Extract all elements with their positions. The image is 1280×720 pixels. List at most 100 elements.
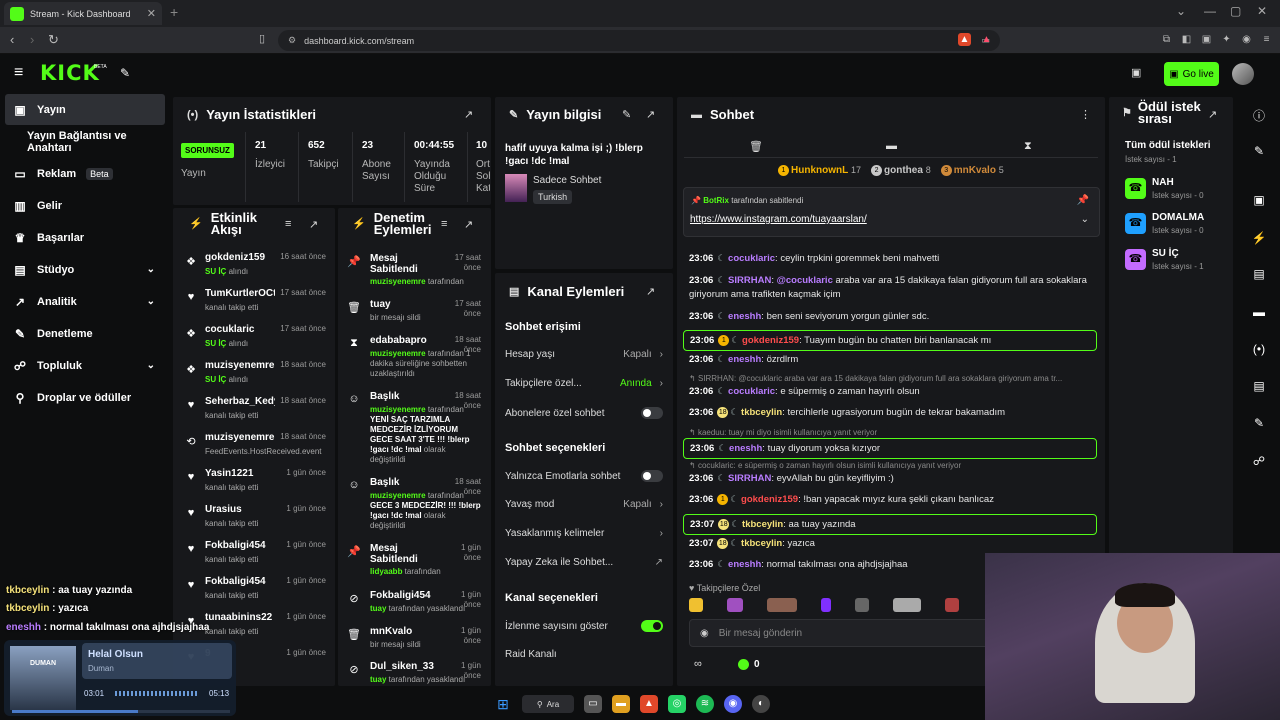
obs-icon[interactable]: ◐ <box>752 695 770 713</box>
brave-rewards-icon[interactable]: ▲ <box>980 33 993 46</box>
filter-icon[interactable]: ≡ <box>285 218 291 230</box>
chevron-down-icon[interactable]: ⌄ <box>1081 214 1089 225</box>
emote-icon[interactable] <box>821 598 831 612</box>
mention[interactable]: @cocuklaric <box>777 275 833 286</box>
chat-message[interactable]: 23:06 ☾ SIRRHAN: @cocuklaric araba var ar… <box>683 273 1097 302</box>
sidebar-item-stream-key[interactable]: Yayın Bağlantısı ve Anahtarı <box>5 126 165 157</box>
activity-item[interactable]: ♥ TumKurtlerOCtur 17 saat önce kanalı ta… <box>184 288 326 324</box>
slow-mode-setting[interactable]: Yavaş mod Kapalı › <box>505 499 663 510</box>
chat-message[interactable]: 23:06 1 ☾ gokdeniz159: Tuayım bugün bu cha… <box>683 330 1097 351</box>
hourglass-icon[interactable]: ⧗ <box>1024 140 1032 153</box>
leaderboard-entry[interactable]: 1 HunknownL 17 <box>778 165 861 176</box>
chat-message[interactable]: 23:06 ☾ eneshh: tuay diyorum yoksa kızıyo… <box>683 438 1097 459</box>
filter-icon[interactable]: ≡ <box>441 218 447 230</box>
wallet-icon[interactable]: ▣ <box>1200 33 1213 46</box>
chat-input[interactable]: ◉ Bir mesaj gönderin <box>689 619 989 647</box>
raid-channel-setting[interactable]: Raid Kanalı <box>505 649 663 660</box>
edit-icon[interactable]: ✎ <box>622 108 631 121</box>
emote-icon[interactable] <box>893 598 921 612</box>
activity-item[interactable]: ♥ Seherbaz_Kedy 18 saat önce kanalı taki… <box>184 396 326 432</box>
chat-message[interactable]: 23:06 ☾ cocuklaric: e süpermiş o zaman ha… <box>683 384 1097 399</box>
terminal-icon[interactable]: ▤ <box>1250 379 1268 393</box>
brave-browser-icon[interactable]: ▲ <box>640 695 658 713</box>
maximize-icon[interactable]: ▢ <box>1230 4 1241 18</box>
lightning-icon[interactable]: ⚡ <box>1250 231 1268 245</box>
sidebar-toggle-icon[interactable]: ◧ <box>1180 33 1193 46</box>
popout-icon[interactable]: ↗ <box>464 108 473 121</box>
hamburger-menu-icon[interactable]: ≡ <box>14 64 23 82</box>
emote-icon[interactable] <box>855 598 869 612</box>
infinity-icon[interactable]: ∞ <box>694 658 702 670</box>
activity-item[interactable]: ⟲ muzisyenemre 18 saat önce FeedEvents.H… <box>184 432 326 468</box>
chat-message[interactable]: 23:07 18 ☾ tkbceylin: aa tuay yazında <box>683 514 1097 535</box>
more-options-icon[interactable]: ⋮ <box>1080 108 1091 121</box>
popout-icon[interactable]: ↗ <box>309 218 318 231</box>
taskbar-search[interactable]: ⚲ Ara <box>522 695 574 713</box>
discord-icon[interactable]: ◉ <box>724 695 742 713</box>
chat-message[interactable]: 23:06 18 ☾ tkbceylin: tercihlerle ugrasiyo… <box>683 405 1097 420</box>
new-tab-icon[interactable]: + <box>170 4 178 20</box>
category-name[interactable]: Sadece Sohbet <box>533 175 601 186</box>
close-tab-icon[interactable]: ✕ <box>147 7 156 20</box>
bookmark-icon[interactable]: ▯ <box>259 32 265 45</box>
popout-icon[interactable]: ↗ <box>464 218 473 231</box>
reward-item[interactable]: ☎ NAH İstek sayısı - 0 <box>1125 177 1217 207</box>
sidebar-item-denetleme[interactable]: ✎ Denetleme <box>5 318 165 349</box>
address-bar[interactable]: ⚙ dashboard.kick.com/stream ▭ <box>278 30 1000 51</box>
extensions-icon[interactable]: ⧉ <box>1160 33 1173 46</box>
forward-icon[interactable]: › <box>30 32 34 47</box>
tab-search-icon[interactable]: ⌄ <box>1176 4 1186 18</box>
browser-tab[interactable]: Stream - Kick Dashboard ✕ <box>4 2 162 25</box>
chat-message[interactable]: 23:06 ☾ cocuklaric: ceylin trpkini goremm… <box>683 251 1097 266</box>
activity-item[interactable]: ♥ Yasin1221 1 gün önce kanalı takip etti <box>184 468 326 504</box>
activity-item[interactable]: ♥ Urasius 1 gün önce kanalı takip etti <box>184 504 326 540</box>
unpin-icon[interactable]: 📌 <box>1077 195 1089 206</box>
minimize-icon[interactable]: — <box>1204 4 1216 18</box>
chat-message[interactable]: 23:06 ☾ eneshh: özrdlrm <box>683 352 1097 367</box>
vpn-icon[interactable]: ◉ <box>1240 33 1253 46</box>
chat-message[interactable]: 23:06 ☾ SIRRHAN: eyvAllah bu gün keyifliy… <box>683 471 1097 486</box>
emotes-only-toggle[interactable] <box>641 470 663 482</box>
sidebar-item-analitik[interactable]: ↗ Analitik ⌄ <box>5 286 165 317</box>
edit-icon[interactable]: ✎ <box>1250 144 1268 158</box>
reward-item[interactable]: ☎ DOMALMA İstek sayısı - 0 <box>1125 212 1217 242</box>
wrench-icon[interactable]: ✎ <box>1250 416 1268 430</box>
chat-bubble-icon[interactable]: ▬ <box>1250 305 1268 319</box>
site-info-icon[interactable]: ⚙ <box>288 35 296 46</box>
file-explorer-icon[interactable]: ▬ <box>612 695 630 713</box>
close-window-icon[interactable]: ✕ <box>1257 4 1267 18</box>
emote-icon[interactable] <box>689 598 703 612</box>
activity-item[interactable]: ❖ cocuklaric 17 saat önce SU İÇ alındı <box>184 324 326 360</box>
pin-icon[interactable]: ✎ <box>120 66 130 80</box>
back-icon[interactable]: ‹ <box>10 32 14 47</box>
popout-icon[interactable]: ↗ <box>1208 108 1217 121</box>
spotify-icon[interactable]: ≋ <box>696 695 714 713</box>
chat-message[interactable]: 23:07 18 ☾ tkbceylin: yazıca <box>683 536 1097 551</box>
emote-icon[interactable] <box>945 598 959 612</box>
account-age-setting[interactable]: Hesap yaşı Kapalı › <box>505 349 663 360</box>
pinned-link[interactable]: https://www.instagram.com/tuayaarslan/ <box>690 214 867 225</box>
go-live-button[interactable]: ▣ Go live <box>1164 62 1219 86</box>
trash-icon[interactable]: 🗑 <box>749 140 763 153</box>
stats-icon[interactable]: ▣ <box>1250 193 1268 207</box>
broadcast-icon[interactable]: (•) <box>1250 342 1268 356</box>
subs-only-toggle[interactable] <box>641 407 663 419</box>
followers-only-setting[interactable]: Takipçilere özel... Anında › <box>505 378 663 389</box>
avatar[interactable] <box>1232 63 1254 85</box>
sidebar-item-basarilar[interactable]: ♛ Başarılar <box>5 222 165 253</box>
leaderboard-entry[interactable]: 3 mnKvalo 5 <box>940 165 1004 176</box>
chat-message[interactable]: 23:06 1 ☾ gokdeniz159: !ban yapacak mıyız … <box>683 492 1097 507</box>
whatsapp-icon[interactable]: ◎ <box>668 695 686 713</box>
leo-ai-icon[interactable]: ✦ <box>1220 33 1233 46</box>
brave-shield-icon[interactable]: ▲ <box>958 33 971 46</box>
sidebar-item-yayin[interactable]: ▣ Yayın <box>5 94 165 125</box>
popout-icon[interactable]: ↗ <box>646 108 655 121</box>
sidebar-item-reklam[interactable]: ▭ Reklam Beta <box>5 158 165 189</box>
menu-icon[interactable]: ≡ <box>1260 33 1273 46</box>
camera-icon[interactable]: ▣ <box>1131 66 1141 79</box>
popout-icon[interactable]: ↗ <box>646 285 655 298</box>
sidebar-item-studyo[interactable]: ▤ Stüdyo ⌄ <box>5 254 165 285</box>
windows-start-icon[interactable]: ⊞ <box>494 695 512 713</box>
community-icon[interactable]: ☍ <box>1250 454 1268 468</box>
sidebar-item-droplar[interactable]: ⚲ Droplar ve ödüller <box>5 382 165 413</box>
